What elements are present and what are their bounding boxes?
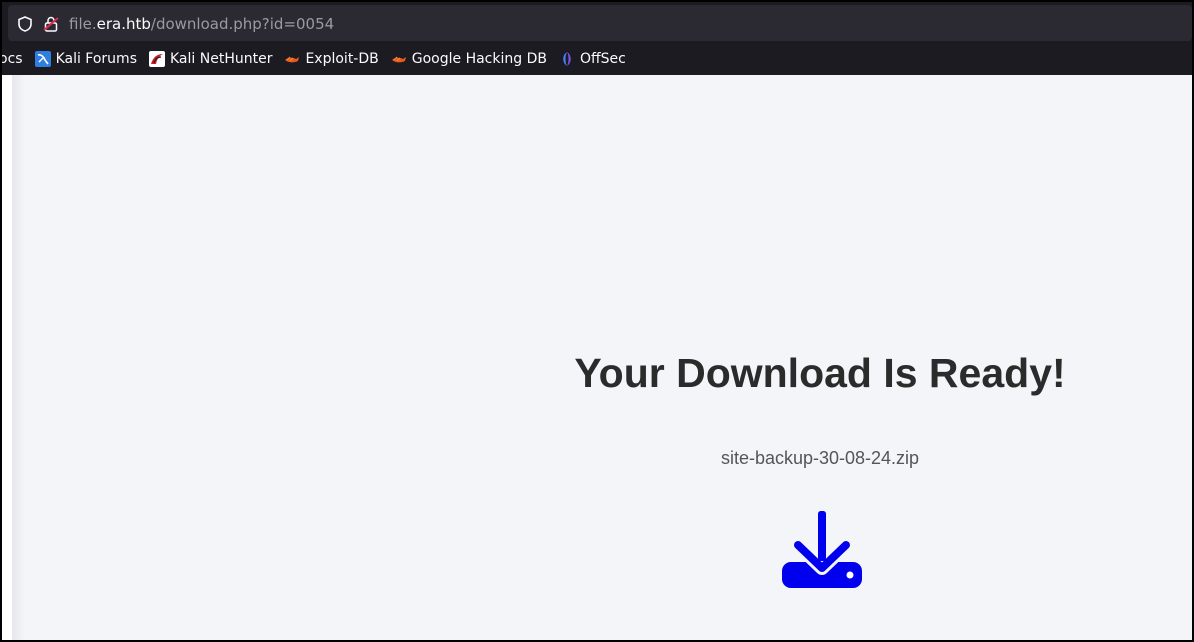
bookmark-label: OffSec bbox=[579, 51, 626, 67]
page-edge bbox=[2, 75, 12, 640]
page-content: Your Download Is Ready! site-backup-30-0… bbox=[2, 75, 1192, 640]
bookmark-google-hacking-db[interactable]: Google Hacking DB bbox=[391, 51, 547, 67]
page-title: Your Download Is Ready! bbox=[574, 350, 1066, 396]
insecure-lock-icon[interactable] bbox=[42, 15, 60, 33]
download-icon[interactable] bbox=[778, 509, 862, 593]
bookmark-offsec[interactable]: OffSec bbox=[559, 51, 626, 67]
bookmark-kali-forums[interactable]: Kali Forums bbox=[34, 51, 137, 67]
kali-nethunter-icon bbox=[149, 51, 165, 67]
bookmark-exploit-db[interactable]: Exploit-DB bbox=[284, 51, 379, 67]
offsec-icon bbox=[563, 52, 571, 66]
bookmarks-toolbar: ocs Kali Forums Kali NetHunter Exploit-D bbox=[2, 43, 1192, 75]
page-edge-shadow bbox=[12, 75, 26, 640]
file-name: site-backup-30-08-24.zip bbox=[720, 448, 920, 468]
url-path: /download.php?id=0054 bbox=[150, 15, 335, 33]
bookmark-label: Kali Forums bbox=[55, 51, 137, 67]
url-scheme: file. bbox=[69, 15, 97, 33]
url-domain: era.htb bbox=[96, 15, 151, 33]
address-bar[interactable]: file.era.htb/download.php?id=0054 bbox=[8, 5, 1192, 41]
bookmark-truncated[interactable]: ocs bbox=[2, 51, 23, 67]
browser-window: file.era.htb/download.php?id=0054 ocs Ka… bbox=[2, 2, 1192, 640]
bookmark-kali-nethunter[interactable]: Kali NetHunter bbox=[149, 51, 272, 67]
google-hacking-db-icon bbox=[391, 56, 406, 63]
exploit-db-icon bbox=[285, 56, 300, 63]
kali-forums-icon bbox=[34, 51, 51, 67]
url-text[interactable]: file.era.htb/download.php?id=0054 bbox=[69, 5, 334, 41]
shield-icon[interactable] bbox=[16, 15, 34, 33]
bookmark-label: Kali NetHunter bbox=[170, 51, 273, 67]
bookmark-label: Google Hacking DB bbox=[411, 51, 547, 67]
bookmark-label: Exploit-DB bbox=[305, 51, 379, 67]
